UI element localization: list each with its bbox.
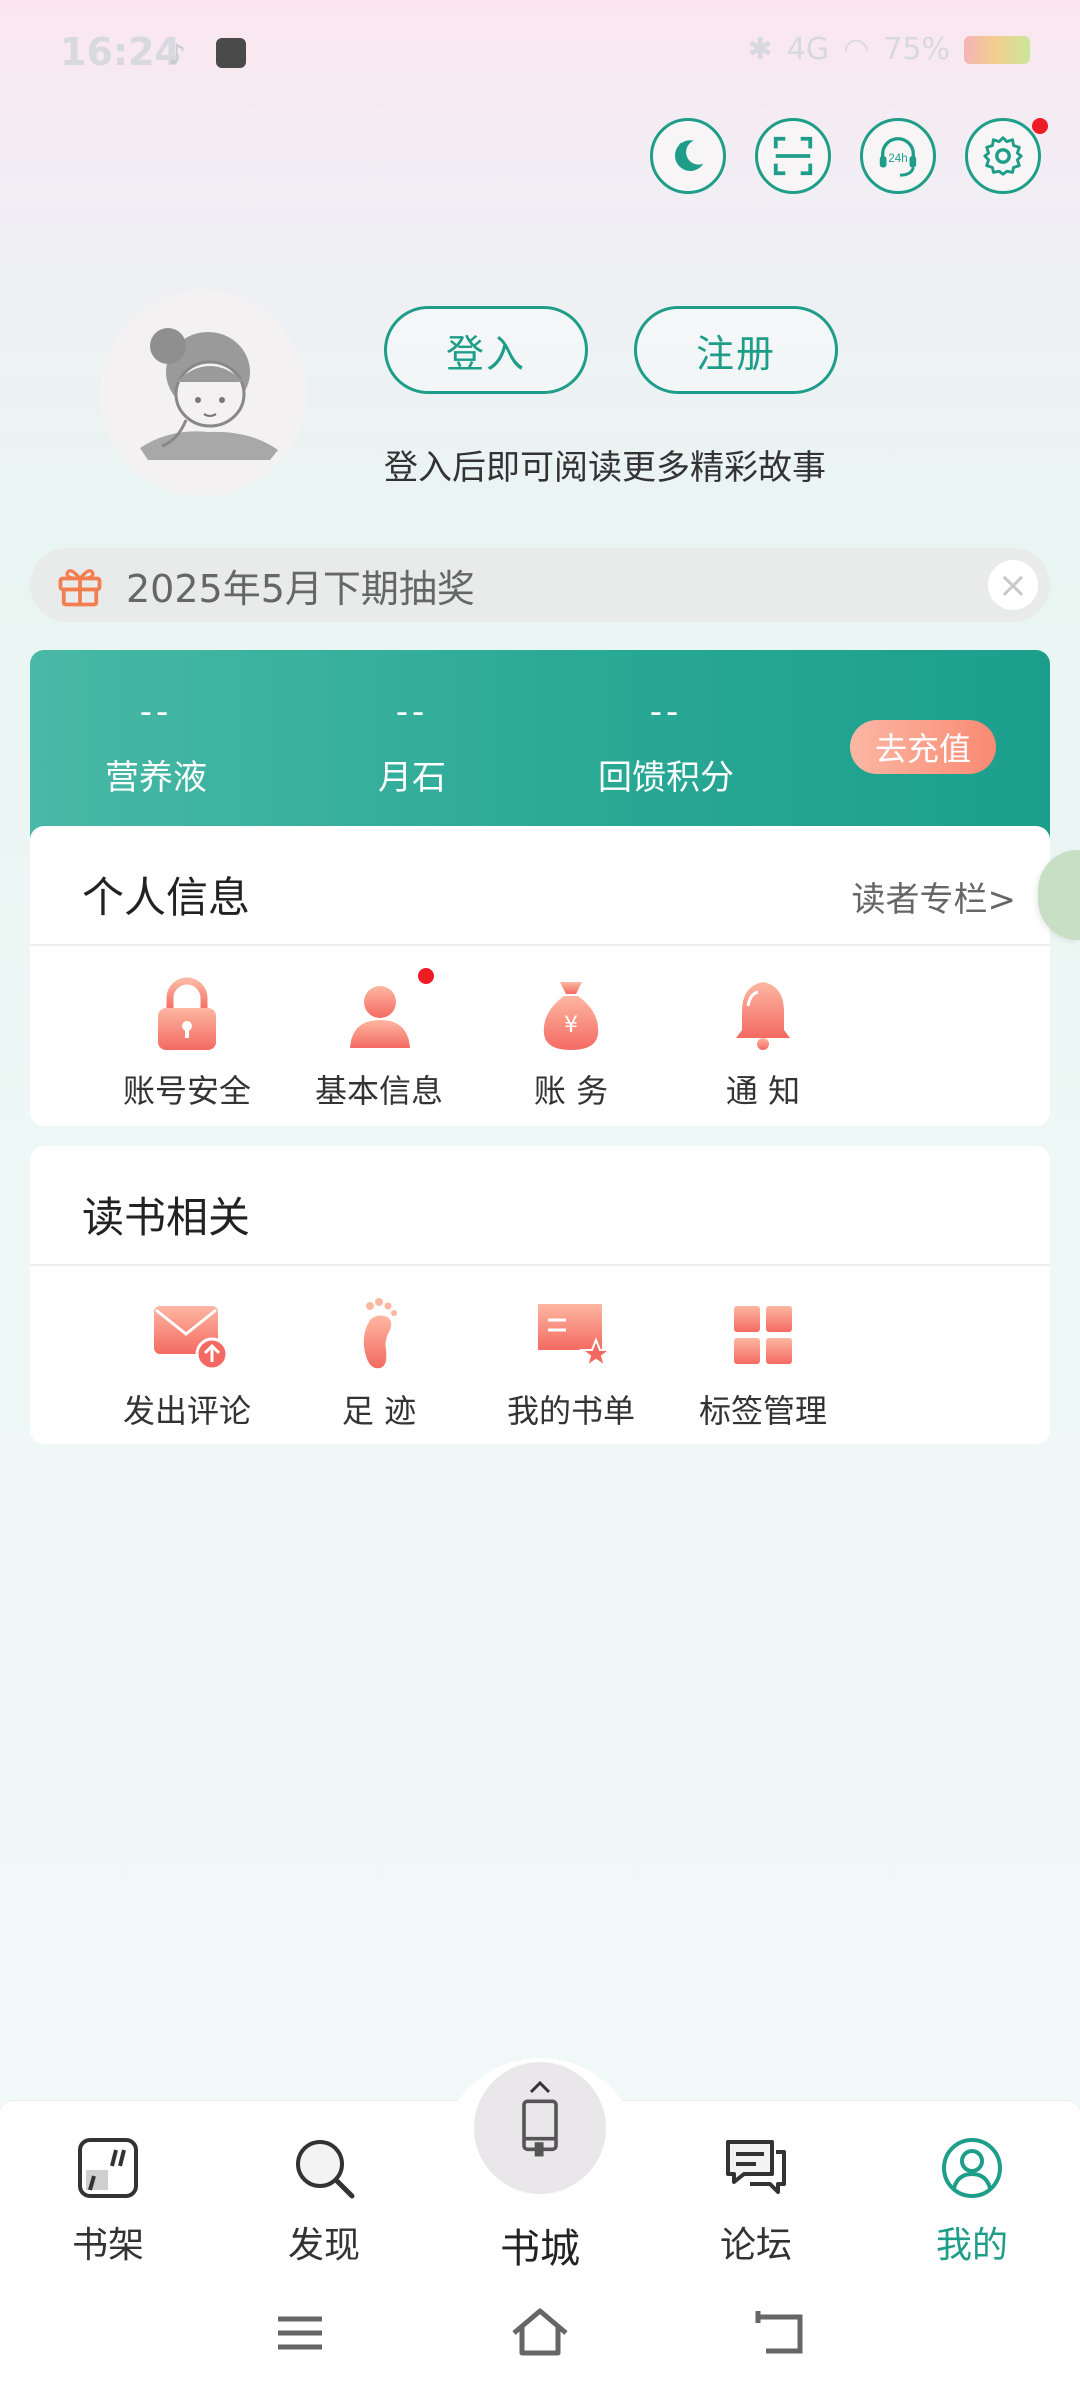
network-icon: 4G (786, 32, 830, 67)
footprint-icon (363, 1298, 397, 1369)
section-header: 个人信息 读者专栏> (30, 826, 1050, 946)
wallet-card: -- 营养液 -- 月石 -- 回馈积分 去充值 (30, 650, 1050, 850)
wifi-icon: ◠ (843, 32, 870, 67)
lottery-text: 2025年5月下期抽奖 (126, 566, 475, 611)
basic-info-notification-dot (418, 968, 434, 984)
wallet-value: -- (139, 692, 173, 732)
grid-label: 基本信息 (314, 1072, 443, 1110)
grid-label: 足 迹 (341, 1392, 417, 1430)
footprint-item[interactable]: 足 迹 (294, 1296, 464, 1432)
wallet-value: -- (395, 692, 429, 732)
avatar[interactable] (100, 290, 306, 496)
menu-icon[interactable] (272, 2305, 328, 2361)
personal-info-section: 个人信息 读者专栏> 账号安全 基本信息 ¥ 账 务 通 知 (30, 826, 1050, 1126)
tiktok-icon: ♪ (168, 38, 186, 71)
wallet-label: 回馈积分 (598, 758, 734, 798)
bookshelf-icon (78, 2138, 138, 2198)
nav-bookshelf[interactable]: 书架 (28, 2132, 188, 2268)
login-button[interactable]: 登入 (384, 306, 588, 394)
basic-info-item[interactable]: 基本信息 (294, 968, 464, 1112)
bell-icon (736, 982, 790, 1050)
svg-text:¥: ¥ (564, 1013, 578, 1038)
nutrient-balance[interactable]: -- 营养液 (56, 692, 256, 799)
avatar-illustration (140, 328, 278, 460)
user-circle-icon (942, 2138, 1002, 2198)
notification-item[interactable]: 通 知 (678, 976, 848, 1112)
chevron-up-icon (529, 2080, 551, 2094)
login-hint: 登入后即可阅读更多精彩故事 (384, 448, 826, 488)
my-booklist-item[interactable]: 我的书单 (486, 1296, 656, 1432)
close-lottery-button[interactable]: × (988, 560, 1038, 610)
lottery-banner[interactable]: 2025年5月下期抽奖 × (30, 548, 1050, 622)
gift-icon (58, 569, 102, 607)
book-icon (522, 2099, 558, 2157)
moon-icon (674, 140, 704, 171)
back-icon[interactable] (752, 2305, 808, 2361)
user-icon (350, 986, 410, 1048)
grid-label: 我的书单 (506, 1392, 635, 1430)
night-mode-button[interactable] (650, 118, 726, 194)
moonstone-balance[interactable]: -- 月石 (312, 692, 512, 799)
section-title: 读书相关 (82, 1193, 251, 1242)
booklist-star-icon (538, 1304, 613, 1369)
nav-mine[interactable]: 我的 (892, 2132, 1052, 2268)
posted-comments-item[interactable]: 发出评论 (102, 1296, 272, 1432)
scan-icon (773, 136, 813, 176)
grid-label: 账号安全 (122, 1072, 251, 1110)
nav-label: 发现 (287, 2225, 360, 2266)
grid-label: 通 知 (725, 1072, 801, 1110)
gear-icon (983, 136, 1023, 176)
nav-discover[interactable]: 发现 (244, 2132, 404, 2268)
tag-management-item[interactable]: 标签管理 (678, 1296, 848, 1432)
chat-bubbles-icon (726, 2140, 786, 2194)
battery-percent: 75% (883, 32, 950, 67)
wallet-label: 月石 (378, 758, 446, 798)
grid-label: 标签管理 (698, 1392, 827, 1430)
home-icon[interactable] (510, 2305, 570, 2361)
grid-tiles-icon (734, 1306, 792, 1364)
close-icon: × (997, 564, 1029, 606)
scan-button[interactable] (755, 118, 831, 194)
settings-button[interactable] (965, 118, 1041, 194)
wallet-value: -- (649, 692, 683, 732)
search-icon (296, 2140, 355, 2199)
nav-label-active: 我的 (935, 2225, 1008, 2266)
register-button[interactable]: 注册 (634, 306, 838, 394)
grid-label: 账 务 (533, 1072, 609, 1110)
envelope-upload-icon (154, 1306, 229, 1371)
section-header: 读书相关 (30, 1146, 1050, 1266)
nav-label: 书城 (500, 2226, 580, 2272)
status-bar: 16:24 ♪ ✱ 4G ◠ 75% (0, 0, 1080, 110)
status-time: 16:24 (60, 30, 181, 74)
battery-icon (964, 35, 1030, 64)
grid-label: 发出评论 (122, 1392, 251, 1430)
reader-column-link[interactable]: 读者专栏> (852, 872, 1017, 921)
account-security-item[interactable]: 账号安全 (102, 976, 272, 1112)
bluetooth-icon: ✱ (747, 32, 773, 67)
status-indicators: ✱ 4G ◠ 75% (748, 32, 1030, 67)
reading-section: 读书相关 发出评论 足 迹 我的书单 标签管理 (30, 1146, 1050, 1444)
recharge-button[interactable]: 去充值 (850, 720, 996, 774)
lock-icon (158, 977, 216, 1050)
money-bag-icon: ¥ (543, 982, 599, 1050)
settings-notification-dot (1032, 118, 1048, 134)
svg-text:24h: 24h (888, 153, 907, 165)
nav-label: 书架 (71, 2225, 144, 2266)
soul-app-icon (216, 38, 246, 68)
customer-service-button[interactable]: 24h (860, 118, 936, 194)
headset-24h-icon: 24h (879, 137, 917, 177)
billing-item[interactable]: ¥ 账 务 (486, 976, 656, 1112)
nav-forum[interactable]: 论坛 (676, 2132, 836, 2268)
wallet-label: 营养液 (105, 758, 207, 798)
section-title: 个人信息 (82, 873, 251, 922)
nav-label: 论坛 (719, 2225, 792, 2266)
feedback-points-balance[interactable]: -- 回馈积分 (566, 692, 766, 799)
